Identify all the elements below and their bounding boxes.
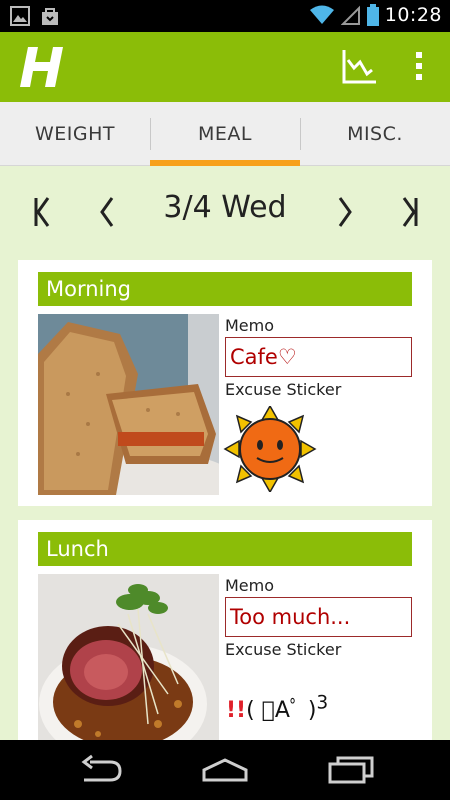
kaomoji-sticker[interactable]: !!( ﾟAﾟ )3 <box>226 692 328 724</box>
first-day-icon[interactable] <box>28 194 58 230</box>
meal-photo[interactable] <box>38 574 219 740</box>
previous-day-icon[interactable] <box>92 194 122 230</box>
meal-card-morning[interactable]: Morning Memo Cafe♡ Excuse Sticker <box>18 260 432 506</box>
overflow-menu-icon[interactable] <box>404 46 434 86</box>
wifi-icon <box>309 5 334 24</box>
system-navigation-bar <box>0 740 450 800</box>
kaomoji-face: ( ﾟAﾟ ) <box>246 698 317 723</box>
meal-title: Morning <box>38 272 412 306</box>
meal-title: Lunch <box>38 532 412 566</box>
back-icon[interactable] <box>76 754 126 786</box>
excuse-sticker-label: Excuse Sticker <box>225 380 342 399</box>
status-bar: 10:28 <box>0 0 450 32</box>
clock: 10:28 <box>384 4 442 26</box>
gallery-notification-icon <box>10 6 30 26</box>
tab-bar: WEIGHT MEAL MISC. <box>0 102 450 166</box>
app-logo <box>20 47 63 87</box>
next-day-icon[interactable] <box>330 194 360 230</box>
store-notification-icon <box>42 8 58 25</box>
meal-photo[interactable] <box>38 314 219 495</box>
kaomoji-suffix: 3 <box>316 692 329 714</box>
meal-content: 3/4 Wed Morning Memo Cafe♡ Excuse Sticke… <box>0 166 450 740</box>
last-day-icon[interactable] <box>394 194 424 230</box>
excuse-sticker-label: Excuse Sticker <box>225 640 342 659</box>
memo-field[interactable]: Too much... <box>225 597 412 637</box>
signal-icon <box>340 5 360 25</box>
notification-icons <box>10 6 60 26</box>
memo-label: Memo <box>225 576 275 595</box>
app-bar <box>0 32 450 102</box>
meal-card-lunch[interactable]: Lunch Memo Too much... Excuse Sticker !!… <box>18 520 432 740</box>
home-icon[interactable] <box>200 754 250 786</box>
recent-apps-icon[interactable] <box>326 754 376 786</box>
date-navigator: 3/4 Wed <box>0 166 450 256</box>
battery-icon <box>366 4 379 26</box>
tab-label: MEAL <box>198 123 252 145</box>
current-date: 3/4 Wed <box>163 190 287 225</box>
tab-weight[interactable]: WEIGHT <box>0 102 150 166</box>
kaomoji-exclamation: !! <box>226 698 247 723</box>
tab-label: MISC. <box>347 123 403 145</box>
memo-label: Memo <box>225 316 275 335</box>
tab-meal[interactable]: MEAL <box>150 102 300 166</box>
memo-field[interactable]: Cafe♡ <box>225 337 412 377</box>
tab-misc[interactable]: MISC. <box>300 102 450 166</box>
sun-face-sticker-icon[interactable] <box>223 406 317 492</box>
graph-icon[interactable] <box>340 46 380 86</box>
tab-label: WEIGHT <box>34 123 115 145</box>
